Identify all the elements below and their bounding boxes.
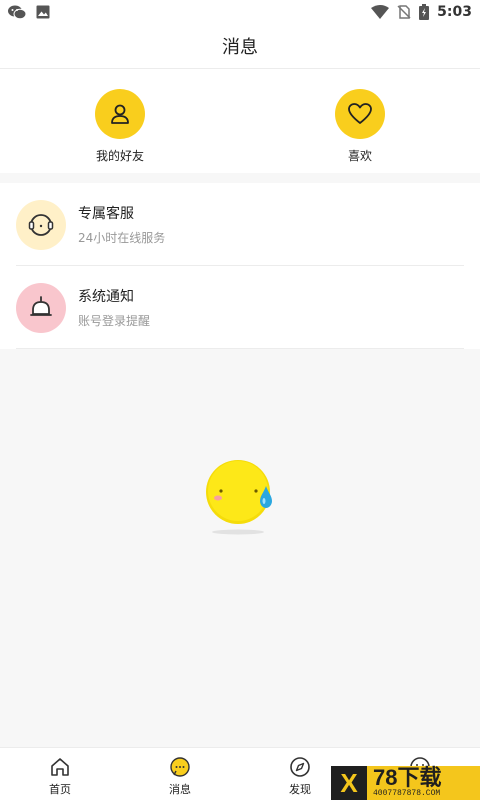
tab-discover-label: 发现 [289,783,311,796]
status-left-icons [8,5,50,19]
tab-messages-label: 消息 [169,783,191,796]
page-title: 消息 [222,37,258,58]
quick-actions: 我的好友 喜欢 [0,69,480,173]
wifi-icon [371,5,390,19]
friends-button[interactable]: 我的好友 [0,69,240,173]
tab-home[interactable]: 首页 [0,748,120,800]
customer-service-subtitle: 24小时在线服务 [78,231,166,245]
wechat-icon [8,5,26,19]
page-header: 消息 [0,24,480,69]
status-time: 5:03 [437,4,472,20]
heart-icon [348,103,372,124]
watermark-text: 78下载 4007787878.COM [367,767,441,799]
customer-service-title: 专属客服 [78,206,134,222]
image-icon [36,5,50,19]
message-list: 专属客服 24小时在线服务 系统通知 账号登录提醒 [0,183,480,349]
likes-button[interactable]: 喜欢 [240,69,480,173]
watermark-big-text: 78下载 [373,765,442,790]
friends-label: 我的好友 [95,149,144,163]
customer-service-avatar [16,199,66,250]
message-icon [170,757,190,777]
system-notice-subtitle: 账号登录提醒 [78,314,151,328]
watermark-small-text: 4007787878.COM [373,789,441,798]
friends-icon-circle [95,89,145,139]
compass-icon [290,757,310,777]
system-notice-avatar [16,282,66,333]
status-bar: 5:03 [0,0,480,24]
system-notice-text: 系统通知 账号登录提醒 [78,286,150,329]
divider [16,348,464,349]
watermark-logo: X 78下载 4007787878.COM [331,766,480,800]
battery-charging-icon [419,4,430,20]
list-item-customer-service[interactable]: 专属客服 24小时在线服务 [0,183,480,266]
likes-icon-circle [335,89,385,139]
likes-label: 喜欢 [347,149,372,163]
user-icon [111,104,129,124]
tab-home-label: 首页 [49,783,71,796]
notification-bell-icon [30,295,52,316]
home-icon [51,758,69,776]
customer-service-text: 专属客服 24小时在线服务 [78,203,165,246]
system-notice-title: 系统通知 [78,289,134,305]
tab-messages[interactable]: 消息 [120,748,240,800]
watermark-x-icon: X [331,766,367,800]
status-right-icons: 5:03 [371,4,472,20]
customer-service-icon [28,213,54,236]
no-sim-icon [397,5,411,19]
empty-state-emoji-icon [206,460,272,535]
list-item-system-notice[interactable]: 系统通知 账号登录提醒 [0,266,480,349]
